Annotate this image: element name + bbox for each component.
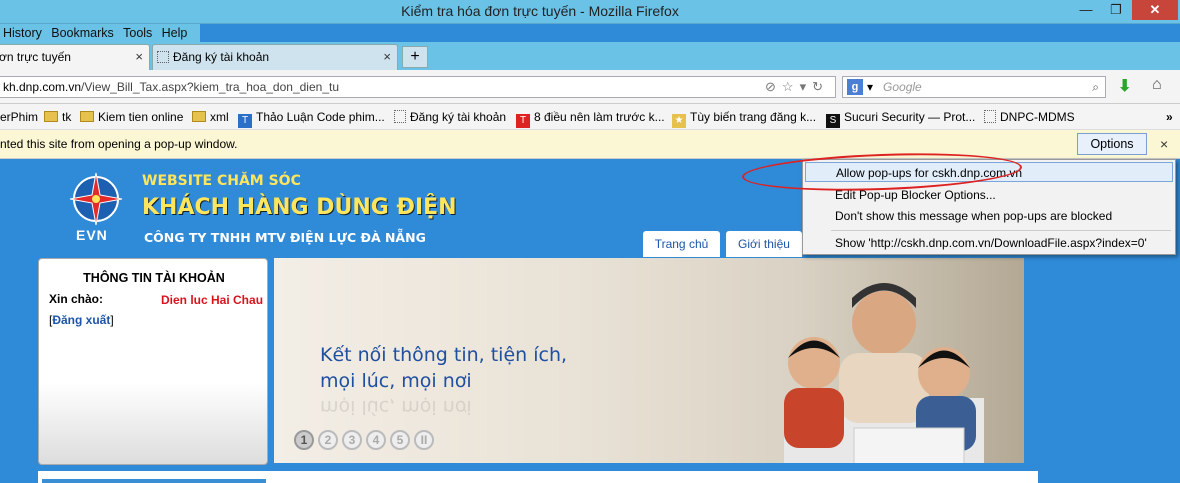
restore-button[interactable]: ❐: [1102, 0, 1130, 20]
menu-help[interactable]: Help: [159, 24, 191, 42]
bookmark-item[interactable]: S Sucuri Security — Prot...: [826, 109, 975, 128]
bookmark-item[interactable]: DNPC-MDMS: [984, 109, 1075, 125]
promo-banner: Kết nối thông tin, tiện ích, mọi lúc, mọ…: [274, 258, 1024, 463]
close-icon[interactable]: ×: [1160, 136, 1168, 152]
dropdown-icon[interactable]: ▾: [867, 80, 873, 94]
site-icon: T: [238, 114, 252, 128]
folder-icon: [192, 111, 206, 122]
page-icon: [157, 51, 169, 63]
bookmark-item[interactable]: Đăng ký tài khoản: [394, 109, 506, 125]
bookmark-item[interactable]: ★ Tùy biến trang đăng k...: [672, 109, 816, 128]
account-name: Dien luc Hai Chau: [161, 293, 264, 307]
bookmark-folder[interactable]: Kiem tien online: [80, 109, 183, 125]
popup-blocked-message: nted this site from opening a pop-up win…: [0, 137, 238, 151]
slide-dot[interactable]: 2: [318, 430, 338, 450]
window-titlebar: Kiểm tra hóa đơn trực tuyến - Mozilla Fi…: [0, 0, 1180, 24]
search-icon[interactable]: ⌕: [1092, 77, 1099, 97]
google-icon[interactable]: g: [847, 79, 863, 95]
banner-headline-line2: mọi lúc, mọi nơi: [320, 370, 472, 392]
slide-dot[interactable]: 5: [390, 430, 410, 450]
page-icon: [394, 110, 406, 123]
tab-invoice-check[interactable]: ơn trực tuyến ×: [0, 44, 150, 70]
banner-headline-line1: Kết nối thông tin, tiện ích,: [320, 344, 568, 366]
options-button[interactable]: Options: [1077, 133, 1147, 155]
pause-button[interactable]: II: [414, 430, 434, 450]
url-bar[interactable]: kh.dnp.com.vn/View_Bill_Tax.aspx?kiem_tr…: [0, 76, 836, 98]
evn-logo-text: EVN: [76, 227, 108, 243]
menu-separator: [831, 230, 1171, 231]
bookmark-folder[interactable]: xml: [192, 109, 229, 125]
tab-label: Đăng ký tài khoản: [173, 50, 270, 64]
logout-link[interactable]: Đăng xuất: [52, 313, 110, 327]
bookmarks-toolbar: erPhim tk Kiem tien online xml T Thảo Luậ…: [0, 104, 1180, 130]
content-area: [38, 471, 1038, 483]
menu-bar: History Bookmarks Tools Help: [0, 24, 200, 42]
section-header: [42, 479, 266, 483]
url-path: /View_Bill_Tax.aspx?kiem_tra_hoa_don_die…: [81, 80, 339, 94]
page-icon: [984, 110, 996, 123]
site-subtitle: WEBSITE CHĂM SÓC: [142, 173, 301, 189]
menu-tools[interactable]: Tools: [120, 24, 155, 42]
slide-dot[interactable]: 1: [294, 430, 314, 450]
slide-dot[interactable]: 3: [342, 430, 362, 450]
url-bar-icons: ⊘☆▾↻: [765, 77, 829, 97]
bookmark-folder[interactable]: tk: [44, 109, 71, 125]
tab-close-icon[interactable]: ×: [135, 45, 143, 69]
new-tab-button[interactable]: +: [402, 46, 428, 68]
search-bar[interactable]: g ▾ Google ⌕: [842, 76, 1106, 98]
navigation-bar: kh.dnp.com.vn/View_Bill_Tax.aspx?kiem_tr…: [0, 70, 1180, 104]
site-icon: ★: [672, 114, 686, 128]
folder-icon: [44, 111, 58, 122]
nav-home-tab[interactable]: Trang chủ: [643, 231, 720, 257]
slide-indicator: 1 2 3 4 5 II: [294, 430, 438, 450]
greeting-label: Xin chào:: [49, 292, 104, 306]
logout-wrapper: [Đăng xuất]: [49, 313, 114, 327]
reload-icon[interactable]: ↻: [812, 79, 829, 94]
close-window-button[interactable]: ✕: [1132, 0, 1178, 20]
url-host: kh.dnp.com.vn: [3, 80, 82, 94]
tab-register-account[interactable]: Đăng ký tài khoản ×: [152, 44, 398, 70]
menu-bookmarks[interactable]: Bookmarks: [48, 24, 117, 42]
site-title: KHÁCH HÀNG DÙNG ĐIỆN: [142, 195, 457, 220]
search-placeholder: Google: [883, 80, 922, 94]
bookmarks-overflow-button[interactable]: »: [1166, 109, 1173, 125]
star-bookmark-icon[interactable]: ☆: [782, 79, 800, 94]
bookmark-item[interactable]: erPhim: [0, 109, 38, 125]
window-title: Kiểm tra hóa đơn trực tuyến - Mozilla Fi…: [401, 3, 679, 19]
bookmark-item[interactable]: T8 điều nên làm trước k...: [516, 109, 665, 128]
dropdown-icon[interactable]: ▾: [800, 79, 813, 94]
account-panel-title: THÔNG TIN TÀI KHOẢN: [83, 271, 225, 285]
nav-about-tab[interactable]: Giới thiệu: [726, 231, 802, 257]
menu-history[interactable]: History: [0, 24, 45, 42]
tab-strip: ơn trực tuyến × Đăng ký tài khoản ×: [0, 42, 1180, 70]
slide-dot[interactable]: 4: [366, 430, 386, 450]
download-icon[interactable]: ⬇: [1118, 76, 1131, 96]
company-name: CÔNG TY TNHH MTV ĐIỆN LỰC ĐÀ NẴNG: [144, 230, 426, 245]
page-info-icon[interactable]: ⊘: [765, 79, 782, 94]
tab-close-icon[interactable]: ×: [383, 45, 391, 69]
site-icon: S: [826, 114, 840, 128]
banner-reflection: mọi lúc, mọi nơi: [320, 396, 472, 418]
tab-label: ơn trực tuyến: [0, 50, 71, 64]
bookmark-item[interactable]: T Thảo Luận Code phim...: [238, 109, 385, 128]
show-popup-item[interactable]: Show 'http://cskh.dnp.com.vn/DownloadFil…: [805, 233, 1173, 253]
popup-blocked-bar: nted this site from opening a pop-up win…: [0, 130, 1180, 159]
folder-icon: [80, 111, 94, 122]
account-info-panel: THÔNG TIN TÀI KHOẢN Xin chào: Dien luc H…: [38, 258, 268, 465]
family-photo: [784, 283, 984, 463]
dont-show-message-item[interactable]: Don't show this message when pop-ups are…: [805, 206, 1173, 226]
site-icon: T: [516, 114, 530, 128]
home-icon[interactable]: ⌂: [1152, 76, 1162, 94]
minimize-button[interactable]: —: [1072, 0, 1100, 20]
